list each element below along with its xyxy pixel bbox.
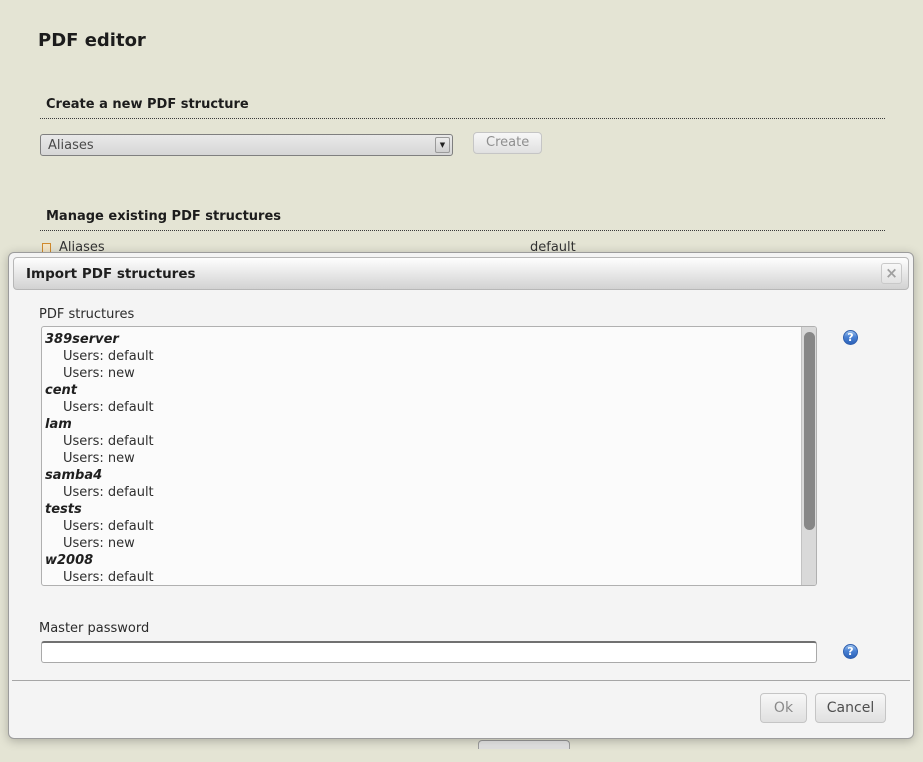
structure-entry[interactable]: Users: default <box>45 569 796 586</box>
pdf-structures-list[interactable]: 389serverUsers: defaultUsers: newcentUse… <box>41 326 817 586</box>
dialog-buttonpane: Ok Cancel <box>12 680 910 738</box>
import-pdf-structures-dialog: Import PDF structures × PDF structures 3… <box>8 252 914 739</box>
structure-group-name[interactable]: tests <box>45 501 796 518</box>
structure-group-name[interactable]: cent <box>45 382 796 399</box>
structure-entry[interactable]: Users: default <box>45 399 796 416</box>
master-password-input[interactable] <box>41 641 817 663</box>
dialog-titlebar[interactable]: Import PDF structures × <box>13 257 909 290</box>
structure-group-name[interactable]: lam <box>45 416 796 433</box>
cancel-button[interactable]: Cancel <box>815 693 886 723</box>
structure-entry[interactable]: Users: new <box>45 365 796 382</box>
pdf-type-select[interactable]: Aliases ▼ <box>40 134 453 156</box>
create-button[interactable]: Create <box>473 132 542 154</box>
create-section-heading: Create a new PDF structure <box>40 97 885 119</box>
structure-group-name[interactable]: w2008 <box>45 552 796 569</box>
scrollbar-thumb[interactable] <box>804 332 815 530</box>
pdf-type-select-value: Aliases <box>48 138 94 153</box>
pdf-structures-label: PDF structures <box>39 307 134 322</box>
structure-entry[interactable]: Users: new <box>45 450 796 467</box>
chevron-down-icon: ▼ <box>435 137 450 153</box>
help-icon[interactable]: ? <box>843 330 858 345</box>
obscured-button-fragment[interactable] <box>478 740 570 749</box>
structure-entry[interactable]: Users: default <box>45 433 796 450</box>
structure-entry[interactable]: Users: new <box>45 535 796 552</box>
structure-group-name[interactable]: 389server <box>45 331 796 348</box>
close-icon[interactable]: × <box>881 263 902 284</box>
scrollbar-track[interactable] <box>801 327 816 585</box>
structure-entry[interactable]: Users: default <box>45 484 796 501</box>
ok-button[interactable]: Ok <box>760 693 807 723</box>
structure-entry[interactable]: Users: default <box>45 518 796 535</box>
structure-group-name[interactable]: samba4 <box>45 467 796 484</box>
help-icon[interactable]: ? <box>843 644 858 659</box>
page-title: PDF editor <box>38 30 146 51</box>
dialog-title: Import PDF structures <box>26 266 196 282</box>
master-password-label: Master password <box>39 621 149 636</box>
structure-entry[interactable]: Users: default <box>45 348 796 365</box>
manage-section-heading: Manage existing PDF structures <box>40 209 885 231</box>
